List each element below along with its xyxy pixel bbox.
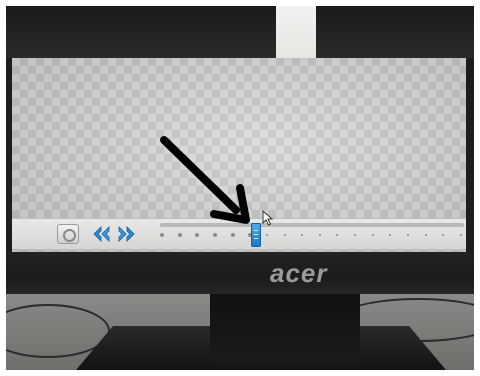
previous-frame-button[interactable]: [92, 225, 112, 243]
frame-marker[interactable]: [319, 234, 321, 236]
playhead-grip-line: [254, 234, 258, 235]
loop-button[interactable]: [57, 224, 79, 244]
monitor-bezel-bottom: acer: [6, 252, 474, 294]
playhead-grip-line: [254, 238, 258, 239]
monitor-photo: acer: [6, 6, 474, 370]
frame-marker[interactable]: [372, 234, 374, 236]
frame-marker[interactable]: [354, 234, 356, 236]
frame-marker[interactable]: [266, 234, 268, 236]
monitor-bezel-top: [6, 6, 474, 58]
frame-marker[interactable]: [442, 234, 444, 236]
monitor-stand: [210, 294, 360, 362]
frame-marker[interactable]: [301, 234, 303, 236]
monitor-bezel-right: [466, 58, 474, 252]
frame-marker[interactable]: [389, 234, 391, 236]
double-chevron-left-icon: [93, 226, 110, 242]
frame-marker[interactable]: [284, 234, 286, 236]
brand-logo: acer: [270, 258, 328, 288]
frame-marker[interactable]: [460, 234, 462, 236]
frame-marker[interactable]: [425, 234, 427, 236]
frame-marker[interactable]: [407, 234, 409, 236]
loop-icon: [63, 229, 76, 242]
arrow-pointer-annotation: [160, 136, 250, 224]
next-frame-button[interactable]: [116, 225, 136, 243]
double-chevron-right-icon: [118, 226, 135, 242]
frame-marker[interactable]: [336, 234, 338, 236]
window-glare: [276, 6, 316, 58]
